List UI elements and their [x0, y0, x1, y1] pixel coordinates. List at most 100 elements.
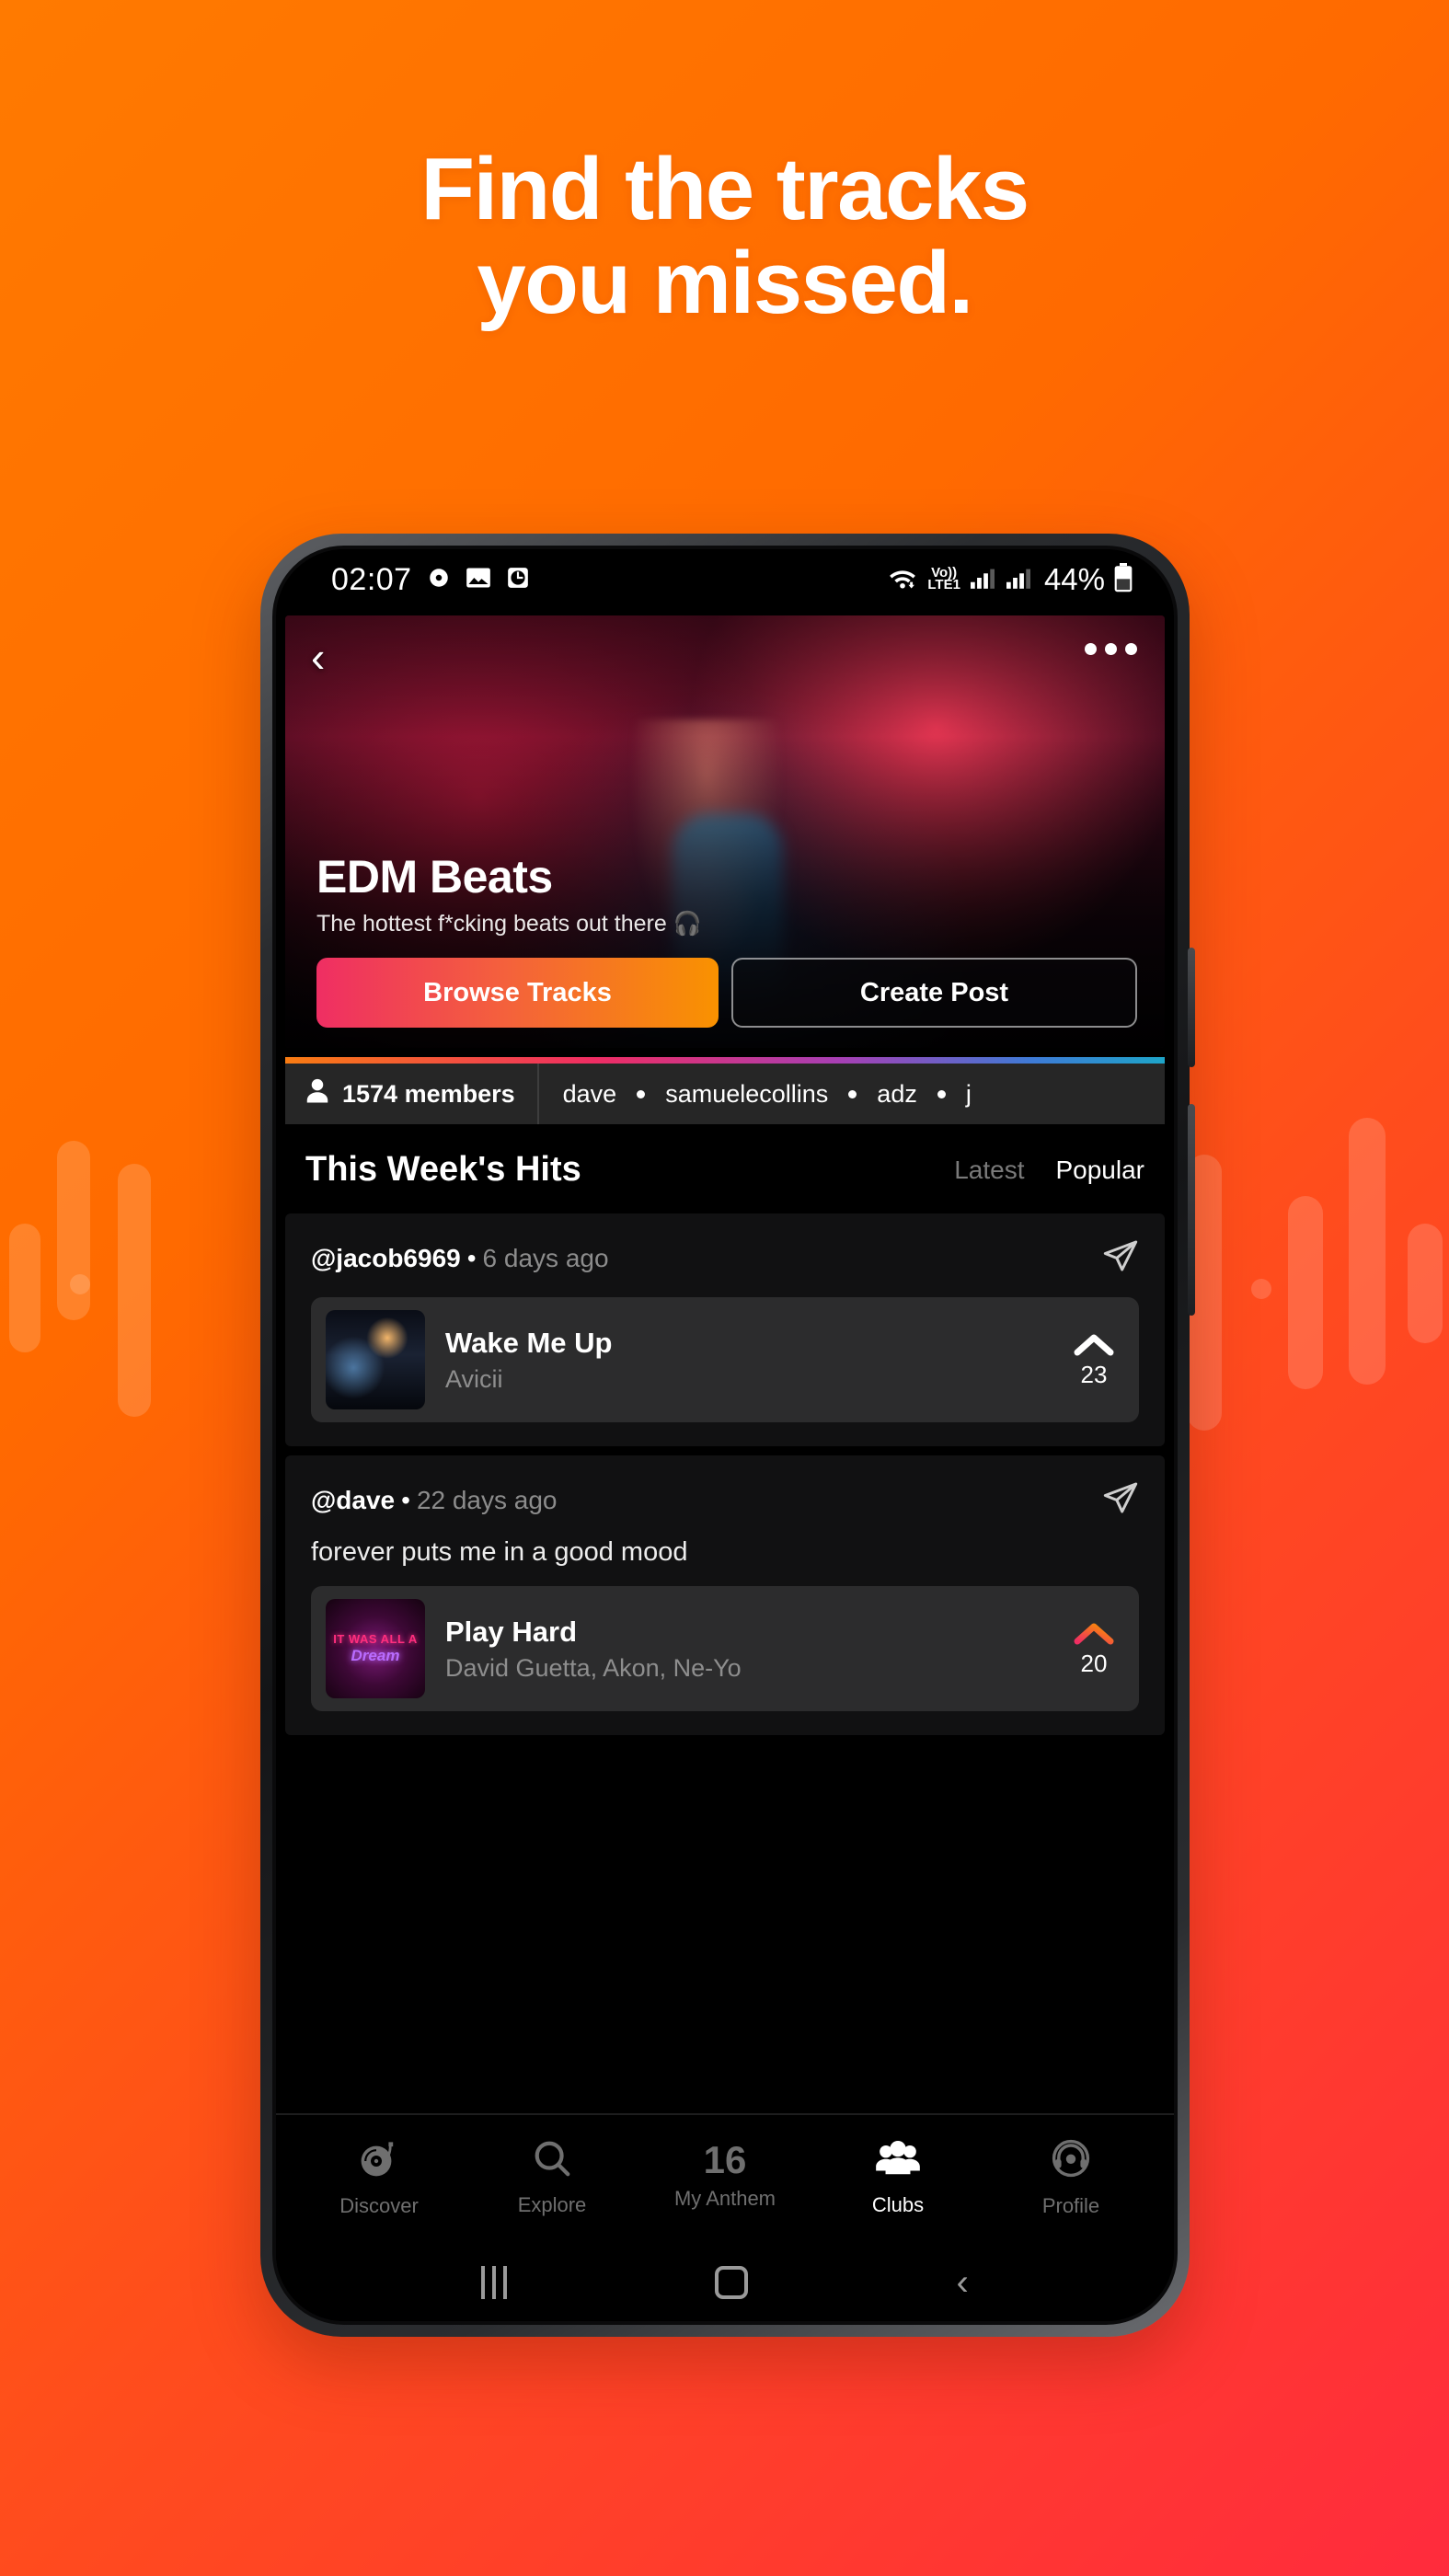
- post-meta: @dave • 22 days ago: [311, 1486, 558, 1515]
- track-row[interactable]: IT WAS ALL A Dream Play Hard David Guett…: [311, 1586, 1139, 1711]
- phone-volume-button: [1188, 948, 1195, 1067]
- headline-line-1: Find the tracks: [420, 140, 1029, 238]
- phone-power-button: [1188, 1104, 1195, 1316]
- nav-item-my-anthem[interactable]: 16 My Anthem: [656, 2138, 794, 2211]
- nav-item-profile[interactable]: Profile: [1002, 2136, 1140, 2218]
- post-header: @dave • 22 days ago: [311, 1479, 1139, 1521]
- member-name: dave: [562, 1079, 617, 1108]
- member-name: samuelecollins: [665, 1079, 829, 1108]
- members-bar[interactable]: 1574 members dave samuelecollins adz j: [285, 1064, 1165, 1124]
- wifi-icon: [886, 565, 919, 595]
- promo-headline: Find the tracks you missed.: [0, 143, 1449, 330]
- nav-label: Discover: [339, 2193, 419, 2217]
- gradient-divider: [285, 1057, 1165, 1064]
- number-badge: 16: [703, 2138, 747, 2182]
- track-artist: David Guetta, Akon, Ne-Yo: [445, 1653, 742, 1682]
- send-icon[interactable]: [1102, 1479, 1139, 1521]
- upvote-chevron-icon[interactable]: [1073, 1331, 1115, 1357]
- post-caption: forever puts me in a good mood: [311, 1537, 688, 1567]
- track-info: Play Hard David Guetta, Akon, Ne-Yo: [445, 1616, 1052, 1683]
- create-post-button[interactable]: Create Post: [731, 958, 1137, 1028]
- back-icon[interactable]: ‹: [957, 2264, 969, 2301]
- back-chevron-icon[interactable]: ‹: [311, 636, 325, 678]
- post-timestamp: 22 days ago: [416, 1485, 558, 1514]
- battery-icon: [1113, 562, 1133, 597]
- post-author[interactable]: @jacob6969: [311, 1244, 461, 1272]
- track-info: Wake Me Up Avicii: [445, 1327, 1052, 1394]
- people-group-icon: [875, 2137, 921, 2184]
- volte-indicator: Vo)) LTE1: [927, 565, 960, 592]
- upvote-control[interactable]: 23: [1073, 1331, 1121, 1389]
- dot-separator-icon: [937, 1089, 946, 1098]
- upvote-control[interactable]: 20: [1073, 1620, 1121, 1678]
- headphones-avatar-icon: [1049, 2136, 1093, 2185]
- post-timestamp: 6 days ago: [482, 1243, 609, 1272]
- member-name: adz: [877, 1079, 917, 1108]
- post-meta: @jacob6969 • 6 days ago: [311, 1244, 609, 1273]
- nav-label: Clubs: [871, 2192, 925, 2216]
- status-bar-time: 02:07: [331, 561, 412, 597]
- members-count: 1574 members: [285, 1064, 539, 1124]
- nav-label: Explore: [517, 2192, 587, 2216]
- recents-icon[interactable]: [481, 2266, 508, 2299]
- track-artwork: IT WAS ALL A Dream: [326, 1599, 425, 1698]
- nav-label: My Anthem: [673, 2186, 776, 2210]
- status-bar: 02:07 Vo)) LTE1 44%: [276, 549, 1174, 610]
- track-artist: Avicii: [445, 1364, 503, 1393]
- post-card[interactable]: @dave • 22 days ago forever puts me in a g…: [285, 1455, 1165, 1735]
- dot-separator-icon: [637, 1089, 646, 1098]
- signal-bars-icon: [969, 566, 996, 594]
- signal-bars-icon-secondary: [1005, 566, 1032, 594]
- upvote-count: 23: [1080, 1360, 1108, 1388]
- post-author[interactable]: @dave: [311, 1486, 395, 1514]
- home-icon[interactable]: [715, 2266, 749, 2299]
- phone-mockup: 02:07 Vo)) LTE1 44% ‹ EDM Beats The hott…: [260, 534, 1195, 2337]
- tab-latest[interactable]: Latest: [954, 1156, 1024, 1185]
- sort-tabs: Latest Popular: [954, 1156, 1144, 1185]
- artwork-text-line-1: IT WAS ALL A: [333, 1632, 418, 1647]
- section-header: This Week's Hits Latest Popular: [276, 1124, 1174, 1213]
- nav-item-discover[interactable]: Discover: [310, 2136, 448, 2218]
- app-screen: ‹ EDM Beats The hottest f*cking beats ou…: [276, 615, 1174, 2321]
- search-icon: [531, 2137, 573, 2184]
- android-navigation-bar: ‹: [276, 2238, 1174, 2321]
- upvote-chevron-icon-active[interactable]: [1073, 1620, 1115, 1646]
- turntable-icon: [357, 2136, 401, 2185]
- nav-label: Profile: [1041, 2193, 1100, 2217]
- upvote-count: 20: [1080, 1649, 1108, 1677]
- post-list: @jacob6969 • 6 days ago Wake Me Up Avicii: [276, 1213, 1174, 1735]
- dot-separator-icon: [848, 1089, 857, 1098]
- artwork-text-line-2: Dream: [351, 1646, 400, 1664]
- track-title: Wake Me Up: [445, 1326, 613, 1359]
- person-icon: [305, 1077, 329, 1111]
- hero-actions: Browse Tracks Create Post: [316, 958, 1137, 1028]
- send-icon[interactable]: [1102, 1237, 1139, 1279]
- section-title: This Week's Hits: [305, 1150, 581, 1189]
- gallery-icon: [466, 566, 491, 594]
- club-title: EDM Beats: [316, 851, 553, 903]
- browse-tracks-button[interactable]: Browse Tracks: [316, 958, 719, 1028]
- headline-line-2: you missed.: [477, 233, 973, 332]
- bottom-navigation: Discover Explore 16 My Anthem Clubs Prof…: [276, 2113, 1174, 2238]
- member-name: j: [965, 1079, 972, 1108]
- members-names-ticker[interactable]: dave samuelecollins adz j: [539, 1064, 972, 1124]
- nav-item-clubs[interactable]: Clubs: [829, 2137, 967, 2217]
- club-hero-banner: ‹ EDM Beats The hottest f*cking beats ou…: [285, 615, 1165, 1048]
- record-icon: [427, 566, 451, 594]
- phone-screen: 02:07 Vo)) LTE1 44% ‹ EDM Beats The hott…: [272, 546, 1178, 2325]
- post-header: @jacob6969 • 6 days ago: [311, 1237, 1139, 1279]
- post-card[interactable]: @jacob6969 • 6 days ago Wake Me Up Avicii: [285, 1213, 1165, 1446]
- clock-icon: [506, 566, 530, 594]
- dot-separator: •: [401, 1485, 410, 1514]
- battery-percentage: 44%: [1043, 562, 1105, 596]
- hero-content: EDM Beats The hottest f*cking beats out …: [316, 850, 1137, 1028]
- members-count-label: 1574 members: [342, 1079, 515, 1108]
- track-row[interactable]: Wake Me Up Avicii 23: [311, 1297, 1139, 1422]
- tab-popular[interactable]: Popular: [1055, 1156, 1144, 1185]
- nav-item-explore[interactable]: Explore: [483, 2137, 621, 2217]
- track-artwork: [326, 1310, 425, 1409]
- club-subtitle: The hottest f*cking beats out there 🎧: [316, 911, 702, 937]
- more-options-icon[interactable]: [1085, 643, 1137, 655]
- dot-separator: •: [466, 1243, 477, 1272]
- track-title: Play Hard: [445, 1615, 578, 1648]
